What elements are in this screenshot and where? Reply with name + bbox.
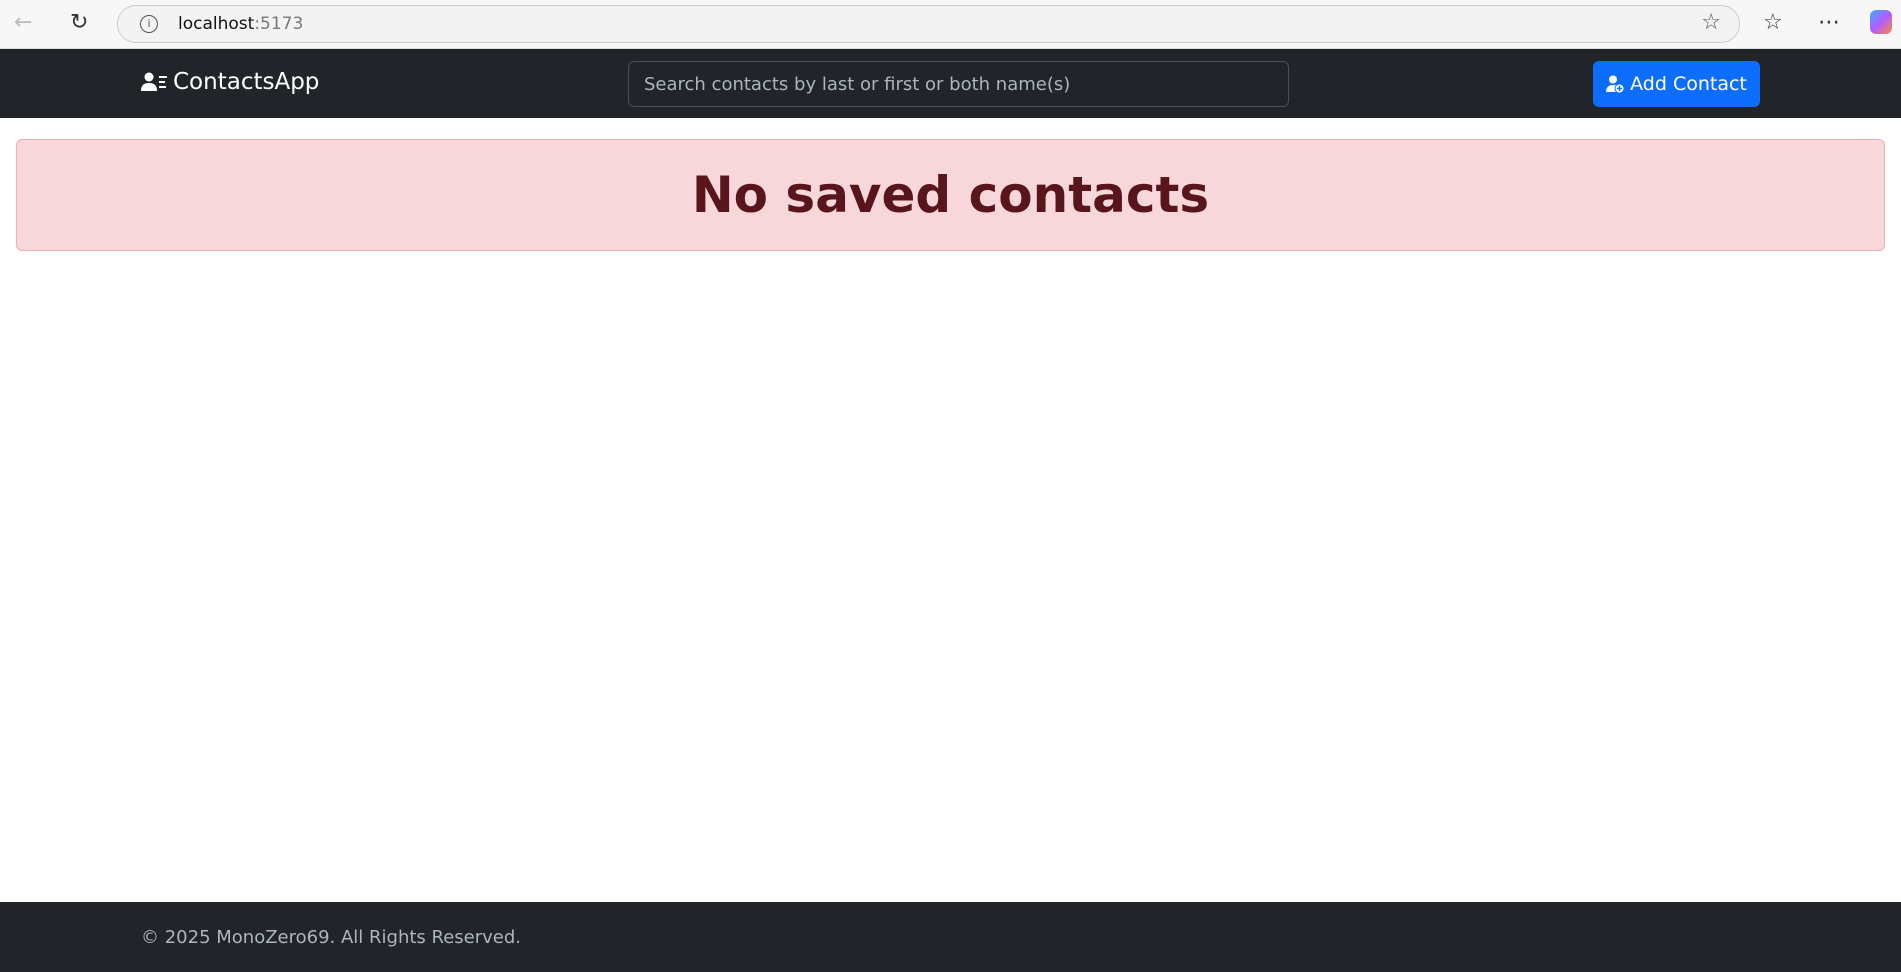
- info-icon[interactable]: i: [140, 15, 158, 33]
- search-input[interactable]: [628, 61, 1289, 107]
- copyright-text: © 2025 MonoZero69. All Rights Reserved.: [141, 927, 522, 948]
- back-icon[interactable]: ←: [14, 10, 32, 35]
- add-contact-label: Add Contact: [1630, 73, 1747, 95]
- favorite-star-icon[interactable]: ☆: [1701, 10, 1721, 35]
- address-bar[interactable]: i localhost:5173 ☆: [117, 5, 1740, 43]
- footer: © 2025 MonoZero69. All Rights Reserved.: [0, 902, 1901, 972]
- copilot-icon[interactable]: [1870, 10, 1892, 34]
- alert-message: No saved contacts: [691, 166, 1210, 224]
- browser-toolbar: ← ↻ i localhost:5173 ☆ ☆ ⋯: [0, 0, 1901, 49]
- brand-name: ContactsApp: [173, 69, 320, 95]
- navbar: ContactsApp Add Contact: [0, 49, 1901, 118]
- add-contact-button[interactable]: Add Contact: [1593, 61, 1760, 107]
- favorites-icon[interactable]: ☆: [1763, 10, 1783, 35]
- url-text: localhost:5173: [178, 14, 304, 34]
- brand-link[interactable]: ContactsApp: [141, 69, 319, 95]
- user-plus-icon: [1606, 75, 1625, 93]
- reload-icon[interactable]: ↻: [70, 10, 88, 35]
- more-icon[interactable]: ⋯: [1818, 10, 1840, 35]
- empty-alert: No saved contacts: [16, 139, 1885, 251]
- contacts-icon: [141, 72, 167, 91]
